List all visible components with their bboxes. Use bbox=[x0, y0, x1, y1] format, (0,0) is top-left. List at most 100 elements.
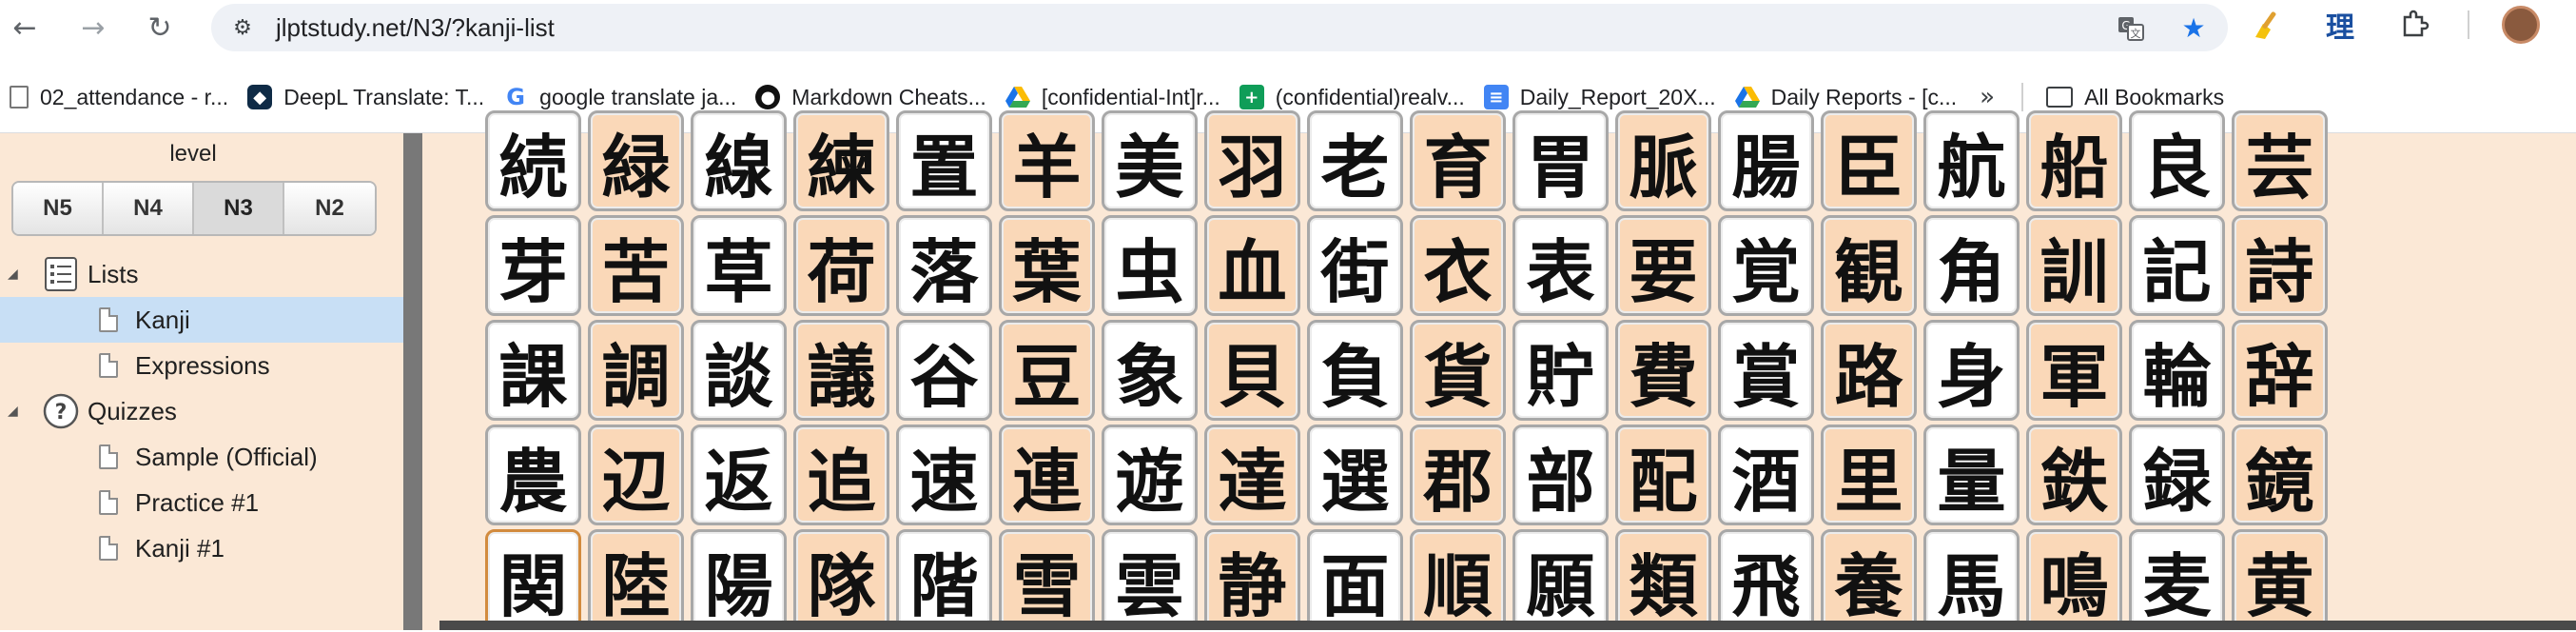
kanji-card[interactable]: 覚 bbox=[1718, 215, 1814, 316]
level-button-n3[interactable]: N3 bbox=[194, 183, 284, 234]
kanji-card[interactable]: 象 bbox=[1102, 320, 1198, 421]
kanji-card[interactable]: 血 bbox=[1204, 215, 1300, 316]
kanji-card[interactable]: 養 bbox=[1821, 529, 1917, 630]
kanji-card[interactable]: 谷 bbox=[896, 320, 992, 421]
bookmark-deepl[interactable]: ◆ DeepL Translate: T... bbox=[238, 78, 494, 116]
kanji-card[interactable]: 量 bbox=[1923, 425, 2020, 525]
kanji-card[interactable]: 草 bbox=[691, 215, 787, 316]
kanji-card[interactable]: 鳴 bbox=[2026, 529, 2122, 630]
back-arrow-icon[interactable]: ← bbox=[6, 9, 44, 47]
reload-icon[interactable]: ↻ bbox=[141, 9, 179, 47]
bookmark-attendance[interactable]: 02_attendance - r... bbox=[0, 78, 238, 116]
kanji-card[interactable]: 部 bbox=[1512, 425, 1609, 525]
kanji-card[interactable]: 観 bbox=[1821, 215, 1917, 316]
kanji-card[interactable]: 要 bbox=[1615, 215, 1711, 316]
kanji-card[interactable]: 豆 bbox=[999, 320, 1095, 421]
kanji-card[interactable]: 胃 bbox=[1512, 110, 1609, 211]
kanji-card[interactable]: 議 bbox=[793, 320, 889, 421]
kanji-card[interactable]: 黄 bbox=[2232, 529, 2328, 630]
kanji-card[interactable]: 臣 bbox=[1821, 110, 1917, 211]
kanji-card[interactable]: 輪 bbox=[2129, 320, 2225, 421]
kanji-card[interactable]: 農 bbox=[485, 425, 581, 525]
kanji-card[interactable]: 虫 bbox=[1102, 215, 1198, 316]
profile-avatar[interactable] bbox=[2502, 6, 2540, 44]
kanji-card[interactable]: 続 bbox=[485, 110, 581, 211]
kanji-card[interactable]: 羊 bbox=[999, 110, 1095, 211]
address-bar[interactable]: ⚙ jlptstudy.net/N3/?kanji-list G文 ★ bbox=[211, 4, 2228, 51]
kanji-card[interactable]: 貨 bbox=[1410, 320, 1506, 421]
kanji-extension-icon[interactable]: 理 bbox=[2319, 4, 2361, 46]
tree-item-kanji[interactable]: Kanji bbox=[0, 297, 403, 343]
kanji-card[interactable]: 芸 bbox=[2232, 110, 2328, 211]
kanji-card[interactable]: 雲 bbox=[1102, 529, 1198, 630]
kanji-card[interactable]: 雪 bbox=[999, 529, 1095, 630]
kanji-card[interactable]: 芽 bbox=[485, 215, 581, 316]
kanji-card[interactable]: 賞 bbox=[1718, 320, 1814, 421]
tree-node-lists[interactable]: ◢ Lists bbox=[0, 251, 403, 297]
kanji-card[interactable]: 郡 bbox=[1410, 425, 1506, 525]
tree-item-kanji-1[interactable]: Kanji #1 bbox=[0, 525, 403, 571]
kanji-card[interactable]: 軍 bbox=[2026, 320, 2122, 421]
kanji-card[interactable]: 荷 bbox=[793, 215, 889, 316]
kanji-card[interactable]: 馬 bbox=[1923, 529, 2020, 630]
kanji-card[interactable]: 順 bbox=[1410, 529, 1506, 630]
kanji-card[interactable]: 陸 bbox=[588, 529, 684, 630]
level-button-n4[interactable]: N4 bbox=[104, 183, 194, 234]
kanji-card[interactable]: 関 bbox=[485, 529, 581, 630]
kanji-card[interactable]: 配 bbox=[1615, 425, 1711, 525]
kanji-card[interactable]: 葉 bbox=[999, 215, 1095, 316]
sidebar-splitter[interactable] bbox=[403, 133, 422, 630]
expand-triangle-icon[interactable]: ◢ bbox=[8, 404, 18, 419]
kanji-card[interactable]: 育 bbox=[1410, 110, 1506, 211]
kanji-card[interactable]: 記 bbox=[2129, 215, 2225, 316]
horizontal-scrollbar[interactable] bbox=[439, 621, 2576, 630]
kanji-card[interactable]: 角 bbox=[1923, 215, 2020, 316]
kanji-card[interactable]: 遊 bbox=[1102, 425, 1198, 525]
kanji-card[interactable]: 鉄 bbox=[2026, 425, 2122, 525]
expand-triangle-icon[interactable]: ◢ bbox=[8, 267, 18, 282]
tree-item-sample-official[interactable]: Sample (Official) bbox=[0, 434, 403, 480]
kanji-card[interactable]: 腸 bbox=[1718, 110, 1814, 211]
kanji-card[interactable]: 身 bbox=[1923, 320, 2020, 421]
kanji-card[interactable]: 航 bbox=[1923, 110, 2020, 211]
kanji-card[interactable]: 面 bbox=[1307, 529, 1403, 630]
kanji-card[interactable]: 鏡 bbox=[2232, 425, 2328, 525]
kanji-card[interactable]: 静 bbox=[1204, 529, 1300, 630]
kanji-card[interactable]: 負 bbox=[1307, 320, 1403, 421]
kanji-card[interactable]: 老 bbox=[1307, 110, 1403, 211]
tree-node-quizzes[interactable]: ◢ ? Quizzes bbox=[0, 388, 403, 434]
extensions-puzzle-icon[interactable] bbox=[2393, 4, 2435, 46]
kanji-card[interactable]: 脈 bbox=[1615, 110, 1711, 211]
kanji-card[interactable]: 置 bbox=[896, 110, 992, 211]
kanji-card[interactable]: 類 bbox=[1615, 529, 1711, 630]
kanji-card[interactable]: 調 bbox=[588, 320, 684, 421]
kanji-card[interactable]: 隊 bbox=[793, 529, 889, 630]
kanji-card[interactable]: 苦 bbox=[588, 215, 684, 316]
tree-item-expressions[interactable]: Expressions bbox=[0, 343, 403, 388]
kanji-card[interactable]: 課 bbox=[485, 320, 581, 421]
kanji-card[interactable]: 追 bbox=[793, 425, 889, 525]
kanji-card[interactable]: 訓 bbox=[2026, 215, 2122, 316]
broom-extension-icon[interactable] bbox=[2245, 4, 2287, 46]
bookmark-star-icon[interactable]: ★ bbox=[2175, 9, 2213, 47]
kanji-card[interactable]: 陽 bbox=[691, 529, 787, 630]
level-button-n5[interactable]: N5 bbox=[13, 183, 104, 234]
kanji-card[interactable]: 緑 bbox=[588, 110, 684, 211]
kanji-card[interactable]: 里 bbox=[1821, 425, 1917, 525]
kanji-card[interactable]: 速 bbox=[896, 425, 992, 525]
kanji-card[interactable]: 詩 bbox=[2232, 215, 2328, 316]
bookmarks-overflow-icon[interactable]: » bbox=[1966, 83, 2008, 111]
kanji-card[interactable]: 貯 bbox=[1512, 320, 1609, 421]
kanji-card[interactable]: 衣 bbox=[1410, 215, 1506, 316]
kanji-card[interactable]: 練 bbox=[793, 110, 889, 211]
kanji-card[interactable]: 談 bbox=[691, 320, 787, 421]
kanji-card[interactable]: 街 bbox=[1307, 215, 1403, 316]
kanji-card[interactable]: 達 bbox=[1204, 425, 1300, 525]
forward-arrow-icon[interactable]: → bbox=[74, 9, 112, 47]
translate-icon[interactable]: G文 bbox=[2112, 9, 2150, 47]
kanji-card[interactable]: 録 bbox=[2129, 425, 2225, 525]
kanji-card[interactable]: 路 bbox=[1821, 320, 1917, 421]
level-button-n2[interactable]: N2 bbox=[284, 183, 375, 234]
kanji-card[interactable]: 表 bbox=[1512, 215, 1609, 316]
kanji-card[interactable]: 連 bbox=[999, 425, 1095, 525]
